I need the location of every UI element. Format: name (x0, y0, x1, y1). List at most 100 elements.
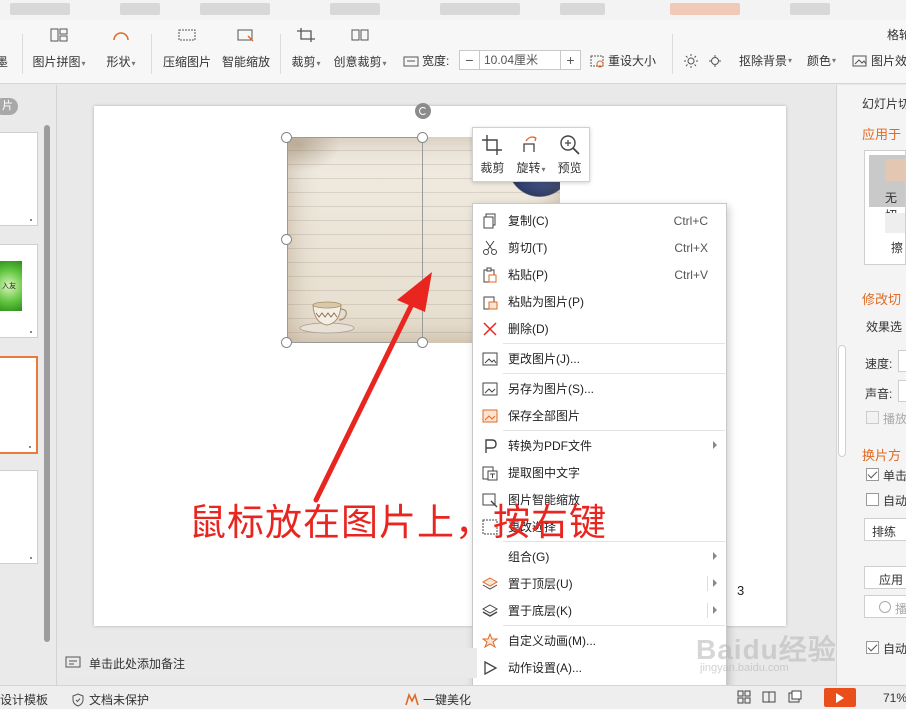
status-bar: 设计模板 文档未保护 一键美化 71% (0, 685, 906, 709)
play-slideshow-button[interactable] (824, 688, 856, 707)
resize-handle-left[interactable] (281, 234, 292, 245)
compress-picture-button[interactable]: 压缩图片 (162, 20, 212, 84)
slide-thumbnail-selected[interactable] (0, 356, 38, 454)
brightness-up-button[interactable] (683, 54, 702, 68)
play-preview-button[interactable]: 播 (864, 595, 906, 618)
rotate-icon (523, 136, 537, 152)
presenter-view-button[interactable] (788, 690, 806, 704)
zoom-level[interactable]: 71% (883, 691, 906, 705)
menu-item-save-as-picture[interactable]: 另存为图片(S)... (473, 375, 726, 402)
erase-transition-icon (885, 213, 905, 233)
width-decrease-button[interactable]: − (460, 51, 480, 69)
design-template-button[interactable]: 设计模板 (0, 691, 48, 708)
pdf-icon (482, 438, 498, 454)
picture-effect-button[interactable]: 图片效 (852, 52, 906, 69)
creative-crop-button[interactable]: 创意裁剪▾ (333, 20, 387, 84)
transition-erase-item[interactable]: 擦 (891, 239, 903, 256)
effect-options-label: 效果选 (866, 320, 903, 334)
menu-item-custom-animation[interactable]: 自定义动画(M)... (473, 627, 726, 654)
change-picture-icon (482, 351, 498, 367)
ribbon-clipped-left[interactable]: 墨 (0, 20, 10, 84)
menu-item-action-settings[interactable]: 动作设置(A)... (473, 654, 726, 681)
picture-collage-button[interactable]: 图片拼图▾ (28, 20, 90, 84)
save-picture-icon (482, 381, 498, 397)
menu-item-change-picture[interactable]: 更改图片(J)... (473, 345, 726, 372)
shape-icon (110, 28, 132, 42)
normal-view-button[interactable] (737, 690, 755, 704)
slide-thumbnail[interactable]: 入友 (0, 244, 38, 338)
thumbnail-scrollbar[interactable] (44, 125, 50, 642)
transition-list[interactable]: 无切 擦 (864, 150, 906, 265)
sound-select[interactable] (898, 380, 906, 402)
resize-handle-bottom-left[interactable] (281, 337, 292, 348)
grid-view-icon (737, 690, 751, 704)
notes-icon (65, 656, 81, 668)
thumbnail-green-image: 入友 (0, 261, 22, 311)
speed-input[interactable] (898, 350, 906, 372)
remove-background-button[interactable]: 抠除背景 ▾ (739, 52, 792, 69)
width-increase-button[interactable]: + (560, 51, 580, 69)
compress-icon (176, 28, 198, 42)
brightness-down-button[interactable] (707, 54, 726, 68)
slide-thumbnail[interactable] (0, 470, 38, 564)
menu-item-bring-to-front[interactable]: 置于顶层(U) (473, 570, 726, 597)
document-protection-status[interactable]: 文档未保护 (71, 691, 149, 708)
mini-crop-button[interactable]: 裁剪 (473, 128, 512, 181)
rehearse-button[interactable]: 排练当 (864, 518, 906, 541)
panel-scrollbar[interactable] (838, 345, 846, 457)
menu-item-copy[interactable]: 复制(C) Ctrl+C (473, 207, 726, 234)
notes-bar[interactable]: 单击此处添加备注 (57, 648, 477, 678)
panel-title: 幻灯片切 (862, 97, 906, 111)
menu-item-save-all-pictures[interactable]: 保存全部图片 (473, 402, 726, 429)
transition-none-item[interactable]: 无切 (869, 155, 905, 222)
on-click-label: 单击 (883, 469, 906, 483)
ribbon-clipped-right[interactable]: 格轮 (887, 26, 906, 43)
apply-to-header: 应用于 (862, 127, 902, 142)
width-icon (403, 56, 419, 66)
crop-icon (295, 28, 317, 42)
resize-handle-bottom[interactable] (417, 337, 428, 348)
width-input[interactable]: 10.04厘米 (480, 51, 560, 69)
creative-crop-icon (349, 28, 371, 42)
menu-item-extract-text[interactable]: 提取图中文字 (473, 459, 726, 486)
slide-thumbnail[interactable] (0, 132, 38, 226)
mini-rotate-button[interactable]: 旋转▾ (512, 128, 551, 181)
one-click-beautify-button[interactable]: 一键美化 (405, 691, 471, 708)
save-all-pictures-icon (482, 408, 498, 424)
reset-size-button[interactable]: 重设大小 (589, 52, 656, 69)
ribbon-divider (672, 34, 673, 74)
rotate-handle[interactable] (415, 103, 431, 119)
reading-view-button[interactable] (762, 690, 780, 704)
menu-item-paste-as-picture[interactable]: 粘贴为图片(P) (473, 288, 726, 315)
on-click-checkbox[interactable] (866, 468, 879, 481)
resize-handle-top[interactable] (417, 132, 428, 143)
shape-button[interactable]: 形状▾ (104, 20, 138, 84)
auto-preview-checkbox[interactable] (866, 641, 879, 654)
apply-all-button[interactable]: 应用 (864, 566, 906, 589)
thumbnail-tab[interactable]: 片 (0, 98, 18, 115)
width-spinbox: − 10.04厘米 + (459, 50, 581, 70)
book-icon (762, 691, 776, 703)
reset-size-icon (590, 55, 604, 67)
ribbon-divider (22, 34, 23, 74)
width-label: 宽度: (403, 52, 449, 69)
menu-item-paste[interactable]: 粘贴(P) Ctrl+V (473, 261, 726, 288)
beautify-icon (405, 692, 419, 705)
menu-item-send-to-back[interactable]: 置于底层(K) (473, 597, 726, 624)
collage-icon (48, 28, 70, 42)
resize-handle-top-left[interactable] (281, 132, 292, 143)
copy-icon (482, 213, 498, 229)
submenu-arrow-icon (713, 579, 717, 587)
smart-scale-button[interactable]: 智能缩放 (221, 20, 271, 84)
submenu-arrow-icon (713, 606, 717, 614)
menu-item-convert-to-pdf[interactable]: 转换为PDF文件 (473, 432, 726, 459)
mini-preview-button[interactable]: 预览 (550, 128, 589, 181)
crop-button[interactable]: 裁剪▾ (289, 20, 323, 84)
switch-mode-header: 换片方 (862, 448, 902, 463)
play-loop-checkbox[interactable] (866, 411, 879, 424)
menu-item-group[interactable]: 组合(G) (473, 543, 726, 570)
menu-item-delete[interactable]: 删除(D) (473, 315, 726, 342)
color-button[interactable]: 颜色 ▾ (807, 52, 836, 69)
auto-switch-checkbox[interactable] (866, 493, 879, 506)
menu-item-cut[interactable]: 剪切(T) Ctrl+X (473, 234, 726, 261)
